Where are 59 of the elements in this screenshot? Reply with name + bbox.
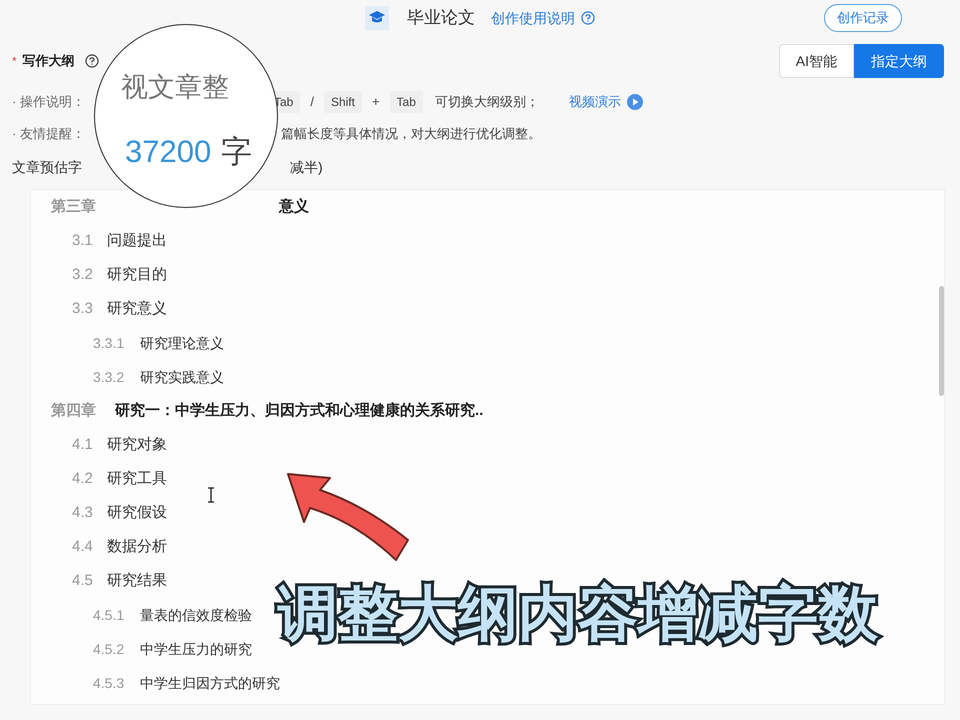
section-title[interactable]: 研究目的 xyxy=(107,264,167,286)
instruction-label: · 操作说明： xyxy=(12,93,85,112)
section-title[interactable]: 研究工具 xyxy=(107,468,167,490)
section-title[interactable]: 中学生归因方式的研究 xyxy=(140,672,280,694)
help-icon[interactable] xyxy=(581,11,595,25)
section-number: 4.1 xyxy=(72,434,94,455)
instruction-text: 可切换大纲级别； xyxy=(434,93,539,112)
section-number: 3.3.2 xyxy=(93,368,126,386)
help-icon[interactable] xyxy=(84,54,99,68)
section-number: 4.5.1 xyxy=(93,606,126,624)
video-demo-link[interactable]: 视频演示 xyxy=(568,92,621,112)
arrow-icon xyxy=(286,470,412,562)
section-title[interactable]: 研究理论意义 xyxy=(140,332,224,354)
chapter-title[interactable]: 意义 xyxy=(279,196,309,218)
magnified-word-count: 37200 xyxy=(125,133,212,171)
section-number: 3.2 xyxy=(72,264,94,285)
section-title[interactable]: 数据分析 xyxy=(107,536,167,558)
section-number: 4.5 xyxy=(72,570,94,591)
word-count-note: 减半) xyxy=(290,158,323,177)
key-chip: Tab xyxy=(390,91,423,113)
magnified-text: 视文章整 xyxy=(121,71,229,104)
page-title: 毕业论文 xyxy=(407,7,475,30)
section-number: 3.3 xyxy=(72,298,94,319)
section-title[interactable]: 研究结果 xyxy=(107,570,167,592)
section-number: 4.5.3 xyxy=(93,674,126,692)
section-number: 4.4 xyxy=(72,536,94,557)
play-icon[interactable] xyxy=(626,94,643,110)
help-link[interactable]: 创作使用说明 xyxy=(491,8,575,28)
mode-tab[interactable]: AI智能 xyxy=(778,44,854,78)
section-number: 3.1 xyxy=(72,230,94,251)
chapter-number: 第四章 xyxy=(51,400,97,421)
chapter-number: 第三章 xyxy=(51,196,97,217)
word-count-label: 文章预估字 xyxy=(12,158,82,176)
graduation-cap-icon xyxy=(365,6,389,30)
reminder-label: · 友情提醒： xyxy=(12,125,85,144)
section-title[interactable]: 问题提出 xyxy=(107,230,167,252)
separator-text: / xyxy=(310,93,314,112)
text-cursor-icon xyxy=(206,487,216,503)
section-title[interactable]: 研究意义 xyxy=(107,298,167,320)
section-number: 3.3.1 xyxy=(93,334,126,352)
section-number: 4.3 xyxy=(72,502,94,523)
scrollbar-thumb[interactable] xyxy=(939,286,944,396)
required-mark: * xyxy=(12,53,17,70)
separator-text: + xyxy=(372,93,380,112)
magnified-text: 字 xyxy=(221,133,252,171)
chapter-title[interactable]: 研究一：中学生压力、归因方式和心理健康的关系研究.. xyxy=(115,400,484,422)
section-title[interactable]: 中学生压力的研究 xyxy=(140,638,252,660)
caption-text: 调整大纲内容增减字数 xyxy=(278,578,878,650)
section-title[interactable]: 量表的信效度检验 xyxy=(140,604,252,626)
section-title[interactable]: 研究假设 xyxy=(107,502,167,524)
mode-tab[interactable]: 指定大纲 xyxy=(854,44,944,78)
history-button[interactable]: 创作记录 xyxy=(824,4,902,32)
section-number: 4.5.2 xyxy=(93,640,126,658)
section-title[interactable]: 研究实践意义 xyxy=(140,366,224,388)
reminder-text: 篇幅长度等具体情况，对大纲进行优化调整。 xyxy=(280,125,541,144)
key-chip: Shift xyxy=(324,91,362,113)
section-title: 写作大纲 xyxy=(22,52,75,70)
section-title[interactable]: 研究对象 xyxy=(107,434,167,456)
section-number: 4.2 xyxy=(72,468,94,489)
